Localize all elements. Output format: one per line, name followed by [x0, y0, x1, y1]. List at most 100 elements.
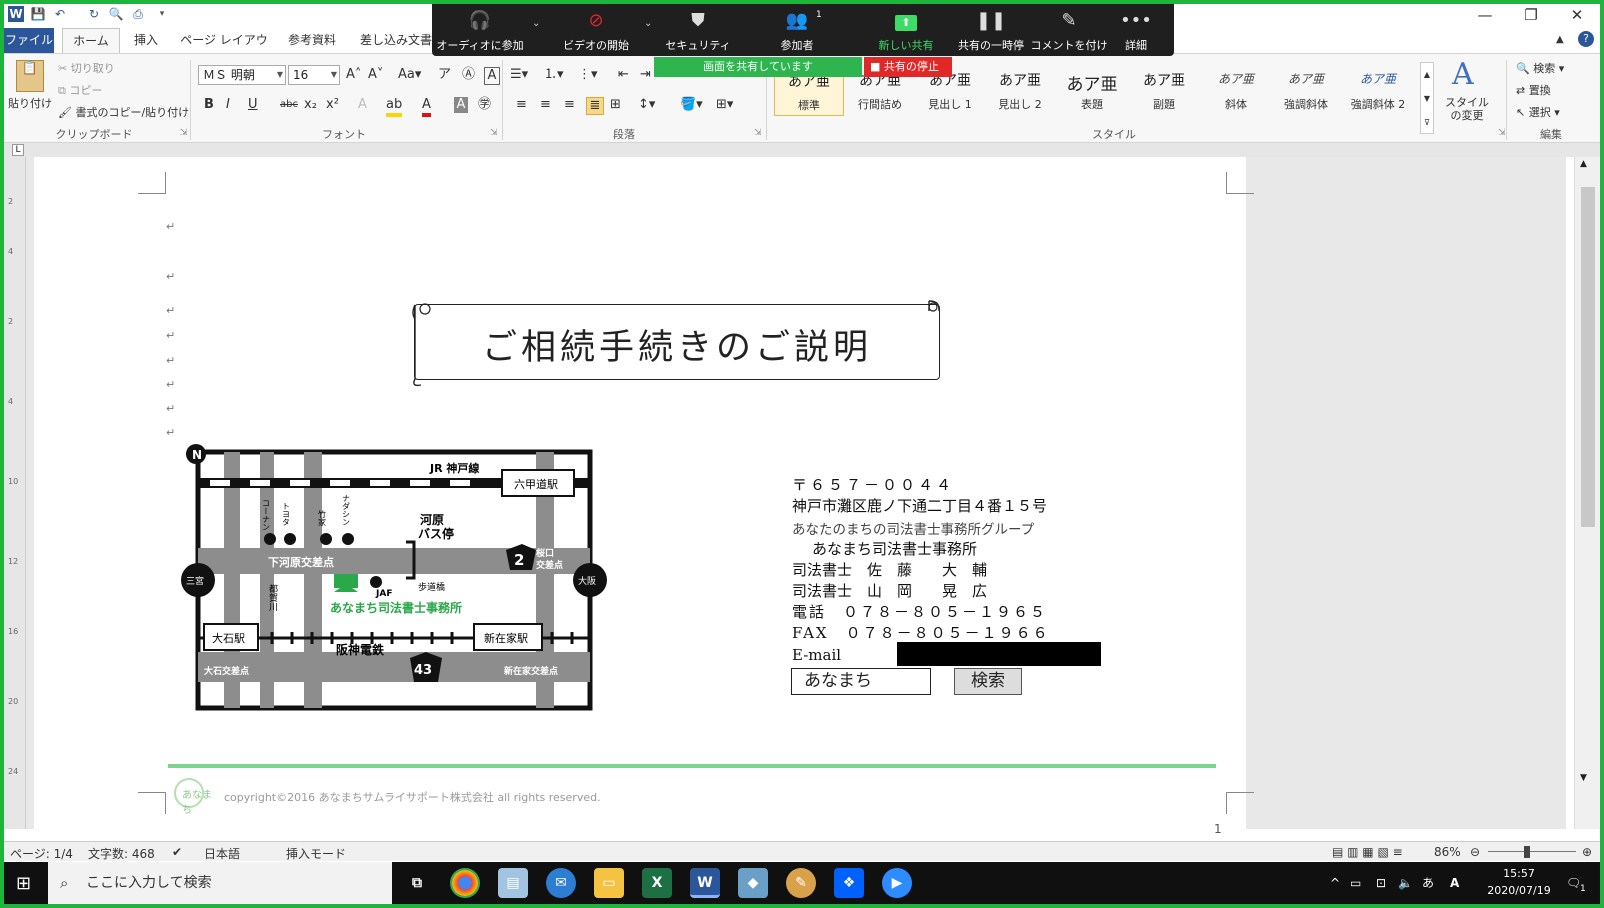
subscript-icon[interactable]: x₂	[304, 97, 317, 113]
paste-button[interactable]: 貼り付け	[8, 95, 52, 111]
tray-device-icon[interactable]: ▭	[1350, 862, 1361, 904]
align-center-icon[interactable]: ≡	[540, 97, 551, 113]
insert-mode-indicator[interactable]: 挿入モード	[286, 845, 346, 862]
align-right-icon[interactable]: ≡	[564, 97, 575, 113]
zoom-pen-button[interactable]: ✎ コメントを付け	[1030, 4, 1108, 56]
scroll-down-icon[interactable]: ▼	[1580, 773, 1587, 783]
restore-button[interactable]: ❐	[1508, 4, 1554, 26]
close-button[interactable]: ✕	[1554, 4, 1600, 26]
chevron-down-icon[interactable]: ⌄	[644, 18, 652, 29]
align-left-icon[interactable]: ≡	[516, 97, 527, 113]
shading-icon[interactable]: 🪣▾	[680, 97, 703, 113]
tab-insert[interactable]: 挿入	[126, 28, 166, 53]
ribbon-collapse-icon[interactable]: ▲	[1556, 32, 1564, 48]
proofing-icon[interactable]: ✔	[172, 845, 182, 859]
stop-share-button[interactable]: ■ 共有の停止	[864, 57, 952, 77]
paint-icon[interactable]: ✎	[786, 868, 816, 898]
bullets-icon[interactable]: ☰▾	[510, 67, 528, 83]
font-color-icon[interactable]: A	[422, 97, 431, 117]
windows-start-icon[interactable]: ⊞	[16, 873, 31, 894]
numbering-icon[interactable]: ⒈▾	[544, 67, 564, 83]
excel-icon[interactable]: X	[642, 868, 672, 898]
change-styles-button[interactable]: スタイルの変更	[1440, 96, 1494, 122]
zoom-participants-button[interactable]: 👥 参加者	[758, 4, 836, 56]
chevron-down-icon[interactable]: ⌄	[532, 18, 540, 29]
task-view-icon[interactable]: ⧉	[402, 868, 432, 898]
explorer-alt-icon[interactable]: ▤	[498, 868, 528, 898]
tab-mailings[interactable]: 差し込み文書	[356, 28, 436, 53]
taskbar-search-box[interactable]: ⌕ ここに入力して検索	[48, 862, 392, 904]
paste-icon[interactable]: 📋	[16, 60, 44, 92]
network-icon[interactable]: ⊡	[1376, 862, 1386, 904]
find-button[interactable]: 🔍 検索 ▾	[1516, 60, 1564, 76]
change-case-icon[interactable]: Aa▾	[398, 67, 421, 83]
tab-home[interactable]: ホーム	[62, 28, 120, 53]
style-item-5[interactable]: あア亜 副題	[1130, 58, 1200, 116]
zoom-headphones-button[interactable]: 🎧 オーディオに参加	[432, 4, 528, 56]
vertical-ruler[interactable]: 2424 10 12 16 20 24	[4, 157, 26, 829]
vertical-scrollbar[interactable]: ▲ ▼	[1574, 157, 1600, 829]
file-explorer-icon[interactable]: ▭	[594, 868, 624, 898]
page-indicator[interactable]: ページ: 1/4	[10, 845, 73, 862]
font-launcher-icon[interactable]: ⇲	[490, 128, 498, 138]
enclose-char-icon[interactable]: ㊫	[478, 97, 491, 113]
style-item-6[interactable]: あア亜 斜体	[1202, 58, 1272, 116]
shrink-font-icon[interactable]: A˅	[368, 67, 383, 83]
app-icon[interactable]: ◆	[738, 868, 768, 898]
justify-icon[interactable]: ≣	[586, 97, 604, 115]
tab-file[interactable]: ファイル	[4, 28, 54, 53]
format-painter-button[interactable]: 🖌 書式のコピー/貼り付け	[58, 104, 189, 120]
scroll-up-icon[interactable]: ▲	[1580, 159, 1587, 169]
zoom-out-icon[interactable]: ⊖	[1470, 845, 1480, 859]
change-styles-icon[interactable]: A	[1452, 58, 1474, 92]
style-item-7[interactable]: あア亜 強調斜体	[1272, 58, 1342, 116]
zoom-more-button[interactable]: ••• 詳細	[1106, 4, 1166, 56]
notification-icon[interactable]: 🗨	[1566, 862, 1581, 904]
volume-icon[interactable]: 🔈	[1398, 862, 1413, 904]
underline-icon[interactable]: U	[248, 97, 258, 113]
zoom-video-off-button[interactable]: ⊘ ビデオの開始	[546, 4, 646, 56]
style-item-8[interactable]: あア亜 強調斜体 2	[1344, 58, 1414, 116]
styles-launcher-icon[interactable]: ⇲	[1498, 128, 1506, 138]
distributed-icon[interactable]: ⊞	[610, 97, 621, 113]
zoom-share-screen-button[interactable]: ⬆ 新しい共有	[864, 4, 948, 56]
view-mode-icons[interactable]: ▤ ▥ ▦ ▧ ≡	[1332, 845, 1403, 859]
replace-button[interactable]: ⇄ 置換	[1516, 82, 1551, 98]
char-shading-icon[interactable]: A	[454, 97, 468, 113]
word-count[interactable]: 文字数: 468	[88, 845, 155, 862]
font-name-combo[interactable]: ＭＳ 明朝 ▼	[198, 65, 286, 85]
zoom-shield-button[interactable]: ⛊ セキュリティ	[658, 4, 738, 56]
horizontal-ruler[interactable]: L	[4, 143, 1600, 157]
decrease-indent-icon[interactable]: ⇤	[618, 67, 629, 83]
grow-font-icon[interactable]: A˄	[346, 67, 361, 83]
zoom-level[interactable]: 86%	[1434, 845, 1461, 859]
print-preview-icon[interactable]: 🔍	[108, 6, 124, 22]
highlight-icon[interactable]: ab	[386, 97, 403, 117]
strikethrough-icon[interactable]: abc	[280, 97, 298, 113]
copy-button[interactable]: ⧉ コピー	[58, 82, 102, 98]
minimize-button[interactable]: —	[1462, 4, 1508, 26]
help-icon[interactable]: ?	[1578, 31, 1594, 47]
paragraph-launcher-icon[interactable]: ⇲	[754, 128, 762, 138]
select-button[interactable]: ↖ 選択 ▾	[1516, 104, 1560, 120]
bold-icon[interactable]: B	[204, 97, 214, 113]
font-size-combo[interactable]: 16 ▼	[288, 65, 340, 85]
print-icon[interactable]: ⎙	[130, 6, 146, 22]
zoom-pause-button[interactable]: ❚❚ 共有の一時停	[950, 4, 1032, 56]
undo-icon[interactable]: ↶	[52, 6, 68, 22]
phonetic-guide-icon[interactable]: ア	[438, 67, 451, 83]
scroll-thumb[interactable]	[1581, 187, 1595, 527]
zoom-in-icon[interactable]: ⊕	[1582, 845, 1592, 859]
language-indicator[interactable]: 日本語	[204, 845, 240, 862]
superscript-icon[interactable]: x²	[326, 97, 339, 113]
zoom-slider-thumb[interactable]	[1524, 846, 1530, 858]
multilevel-list-icon[interactable]: ⋮▾	[578, 67, 598, 83]
cut-button[interactable]: ✂ 切り取り	[58, 60, 115, 76]
tab-page-layout[interactable]: ページ レイアウト	[180, 28, 268, 72]
borders-icon[interactable]: ⊞▾	[716, 97, 733, 113]
tray-overflow-icon[interactable]: ^	[1330, 862, 1340, 904]
clear-format-icon[interactable]: Ⓐ	[462, 67, 475, 83]
line-spacing-icon[interactable]: ↕▾	[638, 97, 655, 113]
word-taskbar-icon[interactable]: W	[690, 868, 720, 898]
clipboard-launcher-icon[interactable]: ⇲	[180, 128, 188, 138]
